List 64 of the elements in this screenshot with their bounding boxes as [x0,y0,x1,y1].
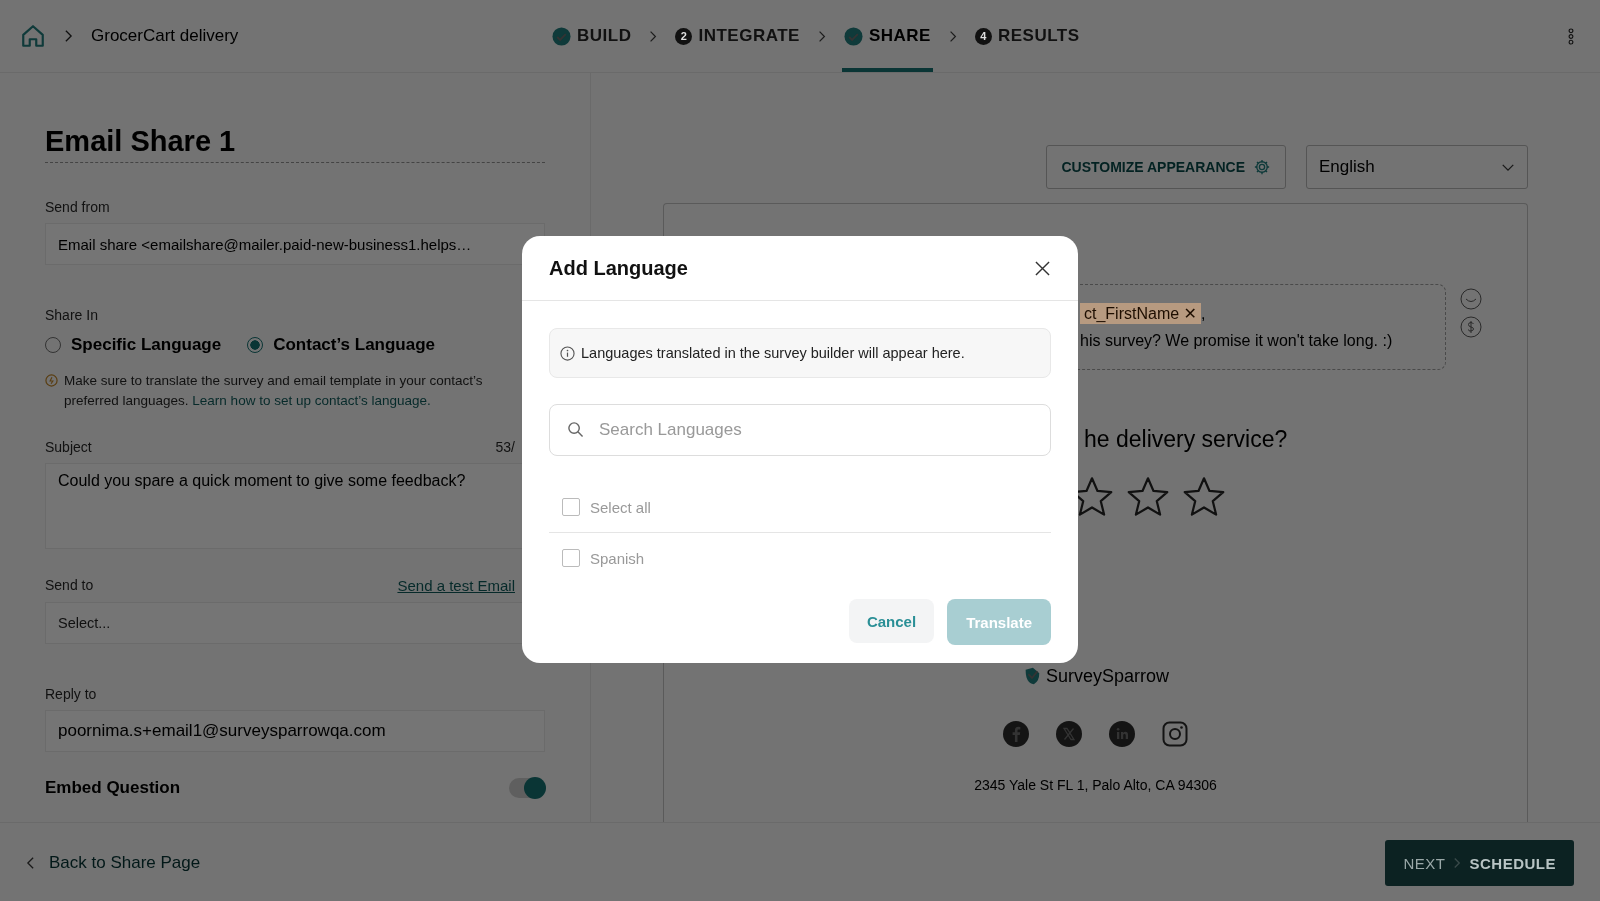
question-text: he delivery service? [1084,426,1288,453]
language-select[interactable]: English [1306,145,1528,189]
test-email-link[interactable]: Send a test Email [397,577,515,594]
step-tab[interactable]: SHARE [841,0,933,72]
radio-label[interactable]: Specific Language [71,335,222,355]
intro-text: his survey? We promise it won't take long. :) [1080,332,1394,350]
info-text: Languages translated in the survey builder will appear here. [581,345,965,361]
chevron-icon [817,29,826,43]
star-icon[interactable] [1182,475,1226,519]
close-icon[interactable] [1035,260,1050,276]
check-circle-icon [552,26,571,46]
warning-icon [45,374,58,387]
chevron-left-icon [26,856,35,870]
embed-toggle[interactable] [509,778,545,798]
home-icon[interactable] [20,23,46,49]
checkbox[interactable] [562,549,580,567]
option-label[interactable]: Select all [590,498,651,516]
x-icon[interactable] [1056,721,1082,747]
intro-text: , [1201,304,1206,323]
chevron-down-icon [1501,162,1515,172]
field-label: Reply to [45,686,98,702]
check-circle-icon [843,26,863,46]
next-button[interactable]: NEXT SCHEDULE [1385,840,1574,886]
instagram-icon[interactable] [1162,721,1188,747]
info-icon [560,345,575,361]
search-field[interactable]: Search Languages [549,404,1051,456]
embed-label: Embed Question [45,778,181,798]
breadcrumb-title[interactable]: GrocerCart delivery [91,26,239,46]
dollar-icon[interactable] [1460,316,1482,338]
field-label: Share In [45,307,99,323]
checkbox[interactable] [562,498,580,516]
chevron-icon [64,29,73,43]
more-icon[interactable] [1568,27,1574,45]
chevron-icon [948,29,957,43]
facebook-icon[interactable] [1003,721,1029,747]
character-count: 53/ [495,439,515,455]
help-link[interactable]: Learn how to set up contact’s language. [192,393,431,408]
sender-field[interactable]: Email share <emailshare@mailer.paid-new-business1.helps… [45,223,545,265]
field-label: Send to [45,577,94,594]
name-chip[interactable]: ct_FirstName ✕ [1080,303,1201,324]
chevron-icon [1453,857,1462,869]
back-link[interactable]: Back to Share Page [26,853,201,873]
step-tab[interactable]: 4 RESULTS [972,0,1082,72]
option-label[interactable]: Spanish [590,549,645,567]
linkedin-icon[interactable] [1109,721,1135,747]
radio-button[interactable] [247,337,264,353]
reply-to-field[interactable]: poornima.s+email1@surveysparrowqa.com [45,710,545,752]
field-label: Subject [45,439,92,455]
share-title: Email Share 1 [45,125,545,163]
step-tab[interactable]: BUILD [550,0,634,72]
field-label: Send from [45,199,111,215]
chevron-icon [649,29,658,43]
dialog-title: Add Language [549,256,688,280]
customize-appearance-button[interactable]: CUSTOMIZE APPEARANCE [1046,145,1286,189]
address-text: 2345 Yale St FL 1, Palo Alto, CA 94306 [974,777,1217,793]
note-text: Make sure to translate the survey and email template in your contact’s preferred languages. Learn how to set up contact’s language. [64,372,484,410]
star-icon[interactable] [1126,475,1170,519]
cancel-button[interactable]: Cancel [848,599,935,643]
step-tab[interactable]: 2 INTEGRATE [673,0,802,72]
brand-name: SurveySparrow [1045,665,1169,687]
emoji-icon[interactable] [1460,288,1482,310]
settings-icon [1253,158,1271,176]
search-icon [567,421,584,438]
radio-label[interactable]: Contact’s Language [273,335,436,355]
